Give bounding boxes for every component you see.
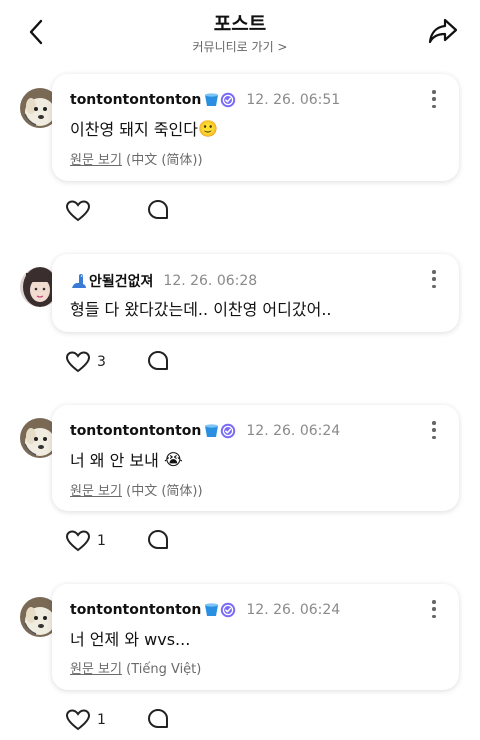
translation-row: 원문 보기 (Tiếng Việt) — [70, 658, 201, 677]
comment-text: 이찬영 돼지 죽인다 🙂 — [70, 118, 218, 140]
bucket-emoji-icon — [205, 93, 219, 106]
translation-language: (Tiếng Việt) — [121, 662, 202, 677]
more-options-button[interactable] — [429, 270, 439, 288]
verified-icon — [221, 423, 236, 438]
comment-card: tontontontonton 12. 26. 06:24 너 언제 와 wvs… — [52, 584, 459, 690]
slight-smile-emoji: 🙂 — [197, 118, 218, 138]
post-actions: 1 — [65, 706, 168, 734]
like-button[interactable] — [65, 199, 97, 223]
reply-button[interactable] — [147, 529, 169, 556]
speech-bubble-icon — [148, 530, 168, 549]
verified-icon — [221, 602, 236, 617]
bucket-emoji-icon — [205, 424, 219, 437]
view-original-link[interactable]: 원문 보기 — [70, 484, 122, 499]
dinosaur-emoji-icon — [72, 273, 86, 288]
like-count: 1 — [97, 712, 106, 728]
speech-bubble-icon — [148, 200, 168, 219]
verified-icon — [221, 92, 236, 107]
heart-icon — [65, 351, 91, 373]
post-actions: 3 — [65, 348, 168, 376]
post-actions — [65, 197, 168, 225]
like-count: 3 — [97, 354, 106, 370]
comment-card: tontontontonton 12. 26. 06:24 너 왜 안 보내 😭… — [52, 405, 459, 511]
page-title: 포스트 — [213, 13, 267, 35]
like-button[interactable]: 1 — [65, 529, 106, 553]
comment-text: 너 언제 와 wvs... — [70, 630, 191, 649]
speech-bubble-icon — [148, 351, 168, 370]
more-options-button[interactable] — [429, 421, 439, 439]
go-to-community-link[interactable]: 커뮤니티로 가기 > — [0, 38, 480, 55]
heart-icon — [65, 530, 91, 552]
timestamp: 12. 26. 06:51 — [246, 91, 341, 108]
username[interactable]: 안될건없져 — [89, 271, 153, 291]
comment-card: tontontontonton 12. 26. 06:51 이찬영 돼지 죽인다… — [52, 74, 459, 181]
timestamp: 12. 26. 06:24 — [246, 601, 341, 618]
translation-row: 원문 보기 (中文 (简体)) — [70, 149, 203, 168]
translation-row: 원문 보기 (中文 (简体)) — [70, 480, 203, 499]
comment-card: 안될건없져 12. 26. 06:28 형들 다 왔다갔는데.. 이찬영 어디갔… — [52, 254, 459, 332]
more-options-button[interactable] — [429, 600, 439, 618]
crying-emoji: 😭 — [163, 449, 183, 469]
top-bar: 포스트 커뮤니티로 가기 > — [0, 0, 480, 66]
timestamp: 12. 26. 06:28 — [163, 273, 258, 289]
share-icon — [428, 18, 458, 44]
comment-text: 너 왜 안 보내 😭 — [70, 449, 183, 471]
post-actions: 1 — [65, 527, 168, 555]
comment-text: 형들 다 왔다갔는데.. 이찬영 어디갔어.. — [70, 300, 332, 319]
speech-bubble-icon — [148, 709, 168, 728]
view-original-link[interactable]: 원문 보기 — [70, 662, 122, 677]
heart-icon — [65, 709, 91, 731]
reply-button[interactable] — [147, 199, 169, 226]
timestamp: 12. 26. 06:24 — [246, 422, 341, 439]
like-button[interactable]: 1 — [65, 708, 106, 732]
username[interactable]: tontontontonton — [70, 92, 201, 108]
reply-button[interactable] — [147, 350, 169, 377]
like-count: 1 — [97, 533, 106, 549]
like-button[interactable]: 3 — [65, 350, 106, 374]
more-options-button[interactable] — [429, 90, 439, 108]
translation-language: (中文 (简体)) — [121, 153, 203, 168]
username[interactable]: tontontontonton — [70, 602, 201, 618]
reply-button[interactable] — [147, 708, 169, 735]
username[interactable]: tontontontonton — [70, 423, 201, 439]
view-original-link[interactable]: 원문 보기 — [70, 153, 122, 168]
heart-icon — [65, 200, 91, 222]
bucket-emoji-icon — [205, 603, 219, 616]
translation-language: (中文 (简体)) — [121, 484, 203, 499]
share-button[interactable] — [426, 14, 460, 48]
